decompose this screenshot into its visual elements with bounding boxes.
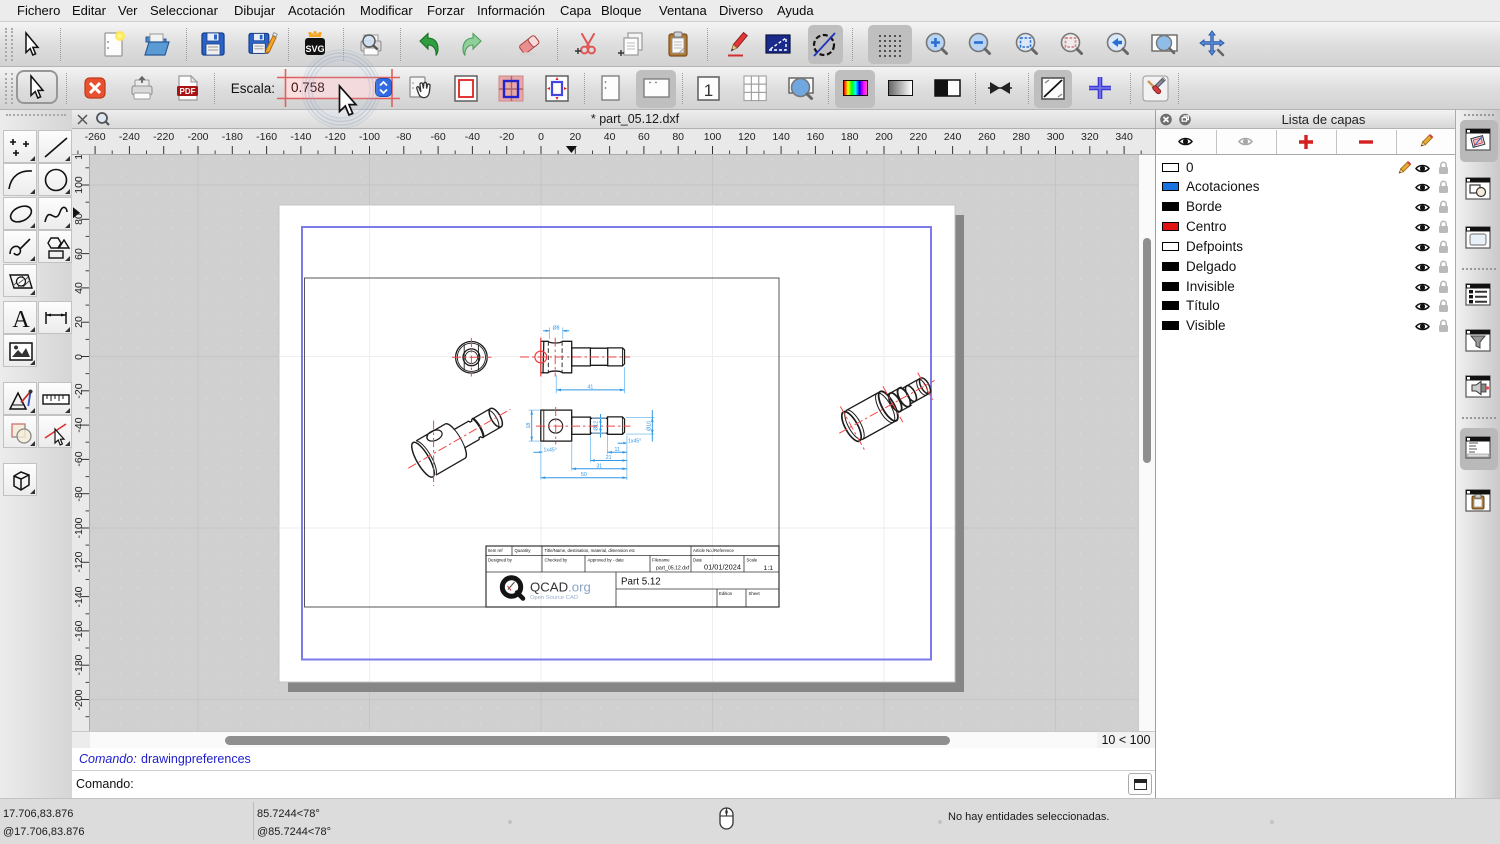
svg-text:1: 1 xyxy=(704,81,713,100)
svg-text:Checked by: Checked by xyxy=(545,558,569,563)
svg-text:1x45°: 1x45° xyxy=(628,438,641,444)
svg-text:Sheet: Sheet xyxy=(749,591,761,596)
svg-text:Item ref: Item ref xyxy=(488,548,503,553)
svg-text:11: 11 xyxy=(615,447,620,453)
svg-text:Filename: Filename xyxy=(652,558,670,563)
svg-text:Part 5.12: Part 5.12 xyxy=(621,577,661,588)
svg-text:01/01/2024: 01/01/2024 xyxy=(704,563,741,572)
svg-text:Edition: Edition xyxy=(719,591,733,596)
svg-text:Open Source CAD: Open Source CAD xyxy=(530,595,578,601)
svg-text:QCAD.org: QCAD.org xyxy=(530,580,591,595)
svg-text:1x45°: 1x45° xyxy=(544,447,557,453)
svg-text:31: 31 xyxy=(596,463,602,469)
svg-text:50: 50 xyxy=(581,472,587,478)
svg-text:Ø8: Ø8 xyxy=(553,325,560,331)
svg-text:Ø12: Ø12 xyxy=(594,421,600,431)
svg-text:Date: Date xyxy=(693,558,703,563)
svg-text:Scale: Scale xyxy=(747,558,758,563)
svg-text:Designed by: Designed by xyxy=(488,558,513,563)
svg-text:PDF: PDF xyxy=(180,87,196,96)
svg-text:18: 18 xyxy=(526,423,532,429)
svg-text:41: 41 xyxy=(588,384,594,390)
svg-text:Approved by - date: Approved by - date xyxy=(588,558,625,563)
svg-text:Quantity: Quantity xyxy=(515,548,532,553)
svg-text:Ø10: Ø10 xyxy=(647,421,653,431)
svg-text:A: A xyxy=(12,307,30,333)
svg-text:Article No./Reference: Article No./Reference xyxy=(693,548,734,553)
svg-text:part_05.12.dxf: part_05.12.dxf xyxy=(656,566,690,572)
svg-text:Title/Name, destination, mater: Title/Name, destination, material, dimen… xyxy=(545,548,636,553)
svg-text:1:1: 1:1 xyxy=(764,565,774,572)
svg-text:21: 21 xyxy=(606,455,612,461)
